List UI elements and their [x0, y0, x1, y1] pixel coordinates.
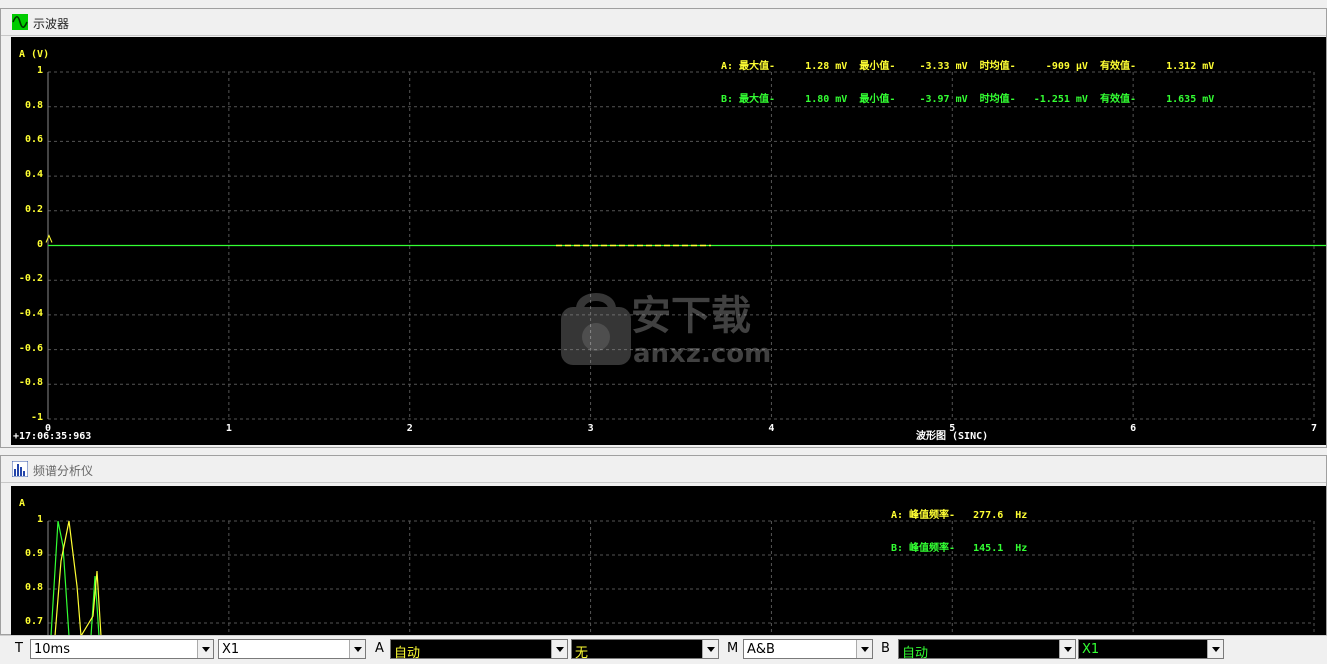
spectrum-grid	[47, 520, 1315, 636]
timebase-gain-value: X1	[222, 642, 240, 657]
spectrum-panel: 频谱分析仪 A A: 峰值频率- 277.6 Hz B: 峰值频率- 145.1…	[0, 455, 1327, 636]
oscilloscope-x-title: 波形图 (SINC)	[916, 431, 989, 442]
watermark-text: 安下载	[631, 293, 751, 339]
oscilloscope-timestamp: +17:06:35:963	[13, 431, 92, 442]
spectrum-title: 频谱分析仪	[33, 464, 94, 478]
watermark-bag-icon	[561, 293, 631, 365]
timebase-label: T	[15, 641, 23, 656]
spectrum-stats-a: A: 峰值频率- 277.6 Hz	[891, 510, 1028, 521]
spectrum-y-axis-label: A	[19, 498, 26, 509]
channel-a-coupling-value: 无	[575, 646, 589, 661]
chevron-down-icon[interactable]	[1059, 640, 1075, 658]
y-tick-label: -0.4	[18, 307, 43, 319]
chevron-down-icon[interactable]	[702, 640, 718, 658]
oscilloscope-titlebar[interactable]: 示波器	[1, 9, 1326, 36]
mode-label: M	[727, 641, 739, 656]
channel-a-label: A	[375, 641, 384, 656]
watermark	[556, 289, 636, 372]
oscilloscope-panel: 示波器 A (V) A: 最大值- 1.28 mV 最小值- -3.33 mV …	[0, 8, 1327, 448]
channel-b-gain-select[interactable]: X1	[1078, 639, 1224, 659]
x-tick-label: 6	[1130, 423, 1137, 434]
oscilloscope-title: 示波器	[33, 17, 70, 31]
y-tick-label: 0.8	[24, 582, 43, 593]
y-tick-label: 0.8	[24, 99, 43, 111]
x-tick-label: 7	[1311, 423, 1318, 434]
y-tick-label: 0.4	[24, 169, 43, 181]
chevron-down-icon[interactable]	[551, 640, 567, 658]
oscilloscope-stats-a: A: 最大值- 1.28 mV 最小值- -3.33 mV 时均值- -909 …	[721, 61, 1215, 72]
x-tick-label: 1	[225, 423, 232, 434]
y-tick-label: 0.7	[24, 616, 43, 627]
y-tick-label: 0	[36, 238, 43, 250]
spectrum-stats-b: B: 峰值频率- 145.1 Hz	[891, 543, 1028, 554]
chevron-down-icon[interactable]	[856, 640, 872, 658]
channel-b-gain-value: X1	[1082, 642, 1100, 657]
channel-b-mode-select[interactable]: 自动	[898, 639, 1076, 661]
timebase-select[interactable]: 10ms	[30, 639, 214, 659]
spectrum-icon	[12, 461, 28, 477]
x-tick-label: 3	[587, 423, 594, 434]
control-toolbar: T 10ms X1 A 自动 无 M A&B B 自动 X1	[0, 635, 1327, 664]
y-tick-label: 0.2	[24, 203, 43, 215]
oscilloscope-stats-b: B: 最大值- 1.80 mV 最小值- -3.97 mV 时均值- -1.25…	[721, 94, 1215, 105]
channel-b-mode-value: 自动	[902, 646, 929, 661]
y-tick-label: -1	[30, 412, 43, 423]
x-tick-label: 4	[768, 423, 775, 434]
chevron-down-icon[interactable]	[1207, 640, 1223, 658]
y-tick-label: 0.9	[24, 548, 43, 559]
channel-a-coupling-select[interactable]: 无	[571, 639, 719, 661]
y-tick-label: 0.6	[24, 134, 43, 146]
y-tick-label: 1	[36, 514, 43, 525]
y-tick-label: -0.8	[18, 377, 43, 389]
oscilloscope-stats: A: 最大值- 1.28 mV 最小值- -3.33 mV 时均值- -909 …	[721, 39, 1214, 127]
channel-a-mode-value: 自动	[394, 646, 421, 661]
spectrum-plot[interactable]: A A: 峰值频率- 277.6 Hz B: 峰值频率- 145.1 Hz 1 0…	[11, 486, 1326, 636]
channel-b-label: B	[881, 641, 890, 656]
channel-a-mode-select[interactable]: 自动	[390, 639, 568, 661]
timebase-value: 10ms	[34, 642, 70, 657]
display-mode-select[interactable]: A&B	[743, 639, 873, 659]
y-tick-label: -0.2	[18, 273, 43, 285]
oscilloscope-y-axis-label: A (V)	[19, 49, 50, 60]
spectrum-titlebar[interactable]: 频谱分析仪	[1, 456, 1326, 483]
chevron-down-icon[interactable]	[349, 640, 365, 658]
x-tick-label: 2	[406, 423, 413, 434]
spectrum-stats: A: 峰值频率- 277.6 Hz B: 峰值频率- 145.1 Hz	[891, 488, 1027, 576]
display-mode-value: A&B	[747, 642, 775, 657]
y-tick-label: -0.6	[18, 342, 43, 354]
timebase-gain-select[interactable]: X1	[218, 639, 366, 659]
watermark-sub: anxz.com	[633, 339, 772, 369]
y-tick-label: 1	[36, 65, 43, 76]
oscilloscope-icon	[12, 14, 28, 30]
trigger-marker	[45, 234, 53, 243]
chevron-down-icon[interactable]	[197, 640, 213, 658]
oscilloscope-plot[interactable]: A (V) A: 最大值- 1.28 mV 最小值- -3.33 mV 时均值-…	[11, 37, 1326, 445]
